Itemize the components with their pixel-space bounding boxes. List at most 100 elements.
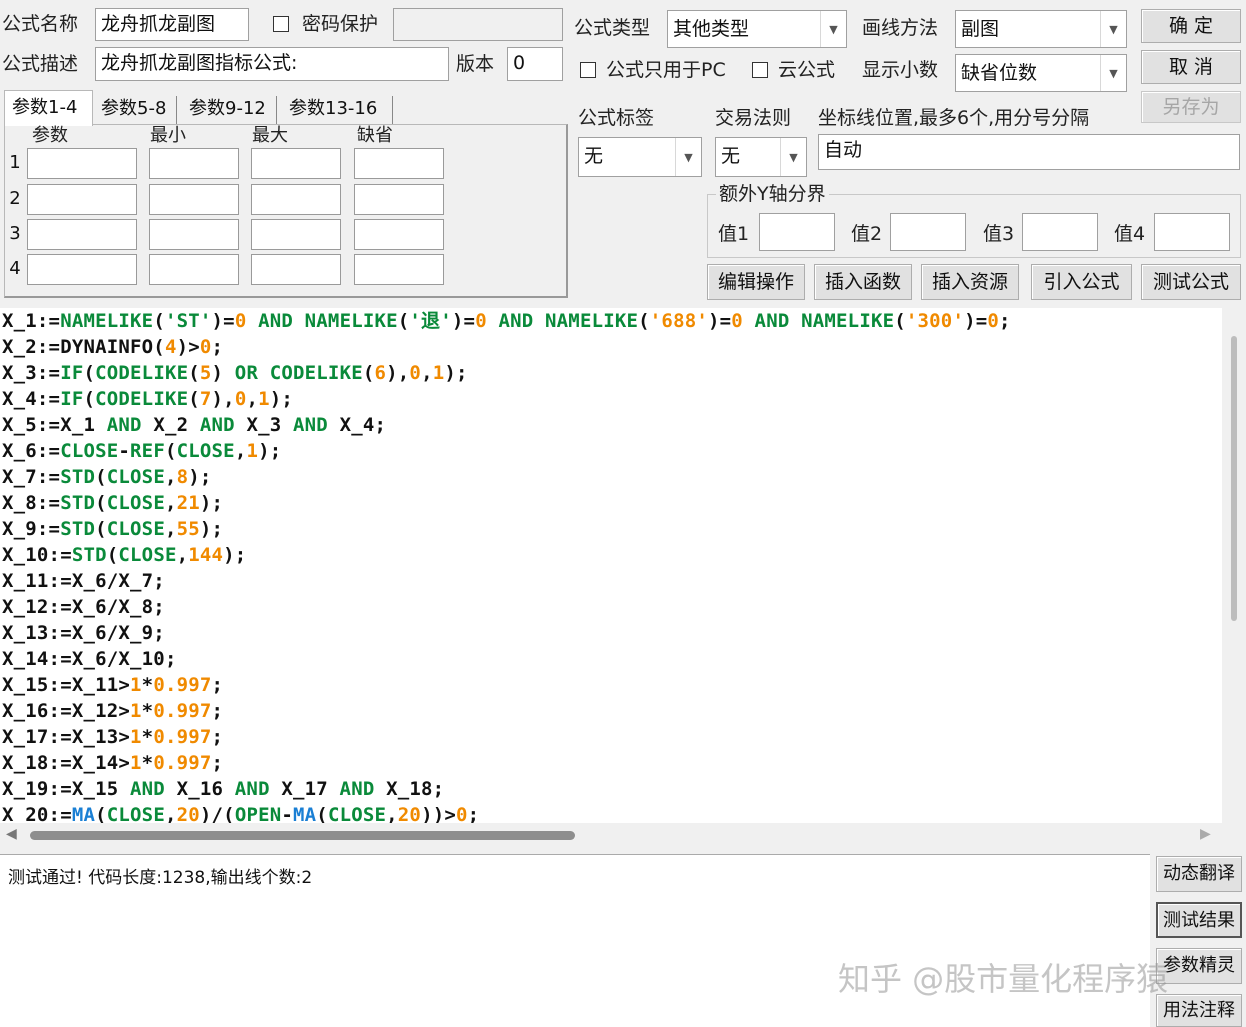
code-line[interactable]: X_15:=X_11>1*0.997; bbox=[2, 672, 223, 698]
code-editor[interactable]: X_1:=NAMELIKE('ST')=0 AND NAMELIKE('退')=… bbox=[0, 308, 1222, 823]
param-wizard-button[interactable]: 参数精灵 bbox=[1156, 948, 1242, 984]
cancel-button[interactable]: 取 消 bbox=[1141, 50, 1241, 84]
param-cell-input[interactable] bbox=[149, 254, 239, 285]
param-cell-input[interactable] bbox=[149, 184, 239, 215]
value4-input[interactable] bbox=[1154, 213, 1230, 251]
pc-only-checkbox[interactable] bbox=[580, 62, 596, 78]
trade-rule-select[interactable]: 无 ▼ bbox=[715, 137, 807, 177]
ok-button[interactable]: 确 定 bbox=[1141, 9, 1241, 43]
code-token: AND bbox=[118, 778, 177, 800]
test-formula-button[interactable]: 测试公式 bbox=[1141, 264, 1241, 300]
test-result-button[interactable]: 测试结果 bbox=[1156, 902, 1242, 938]
tab-params-5-8[interactable]: 参数5-8 bbox=[95, 96, 177, 124]
chevron-down-icon[interactable]: ▼ bbox=[780, 138, 806, 176]
value1-input[interactable] bbox=[759, 213, 835, 251]
code-token: ; bbox=[211, 674, 224, 696]
code-token: CLOSE bbox=[118, 544, 177, 566]
horizontal-scrollbar[interactable]: ◀ ▶ bbox=[0, 823, 1222, 847]
version-input[interactable]: 0 bbox=[507, 47, 563, 81]
code-token: IF bbox=[60, 362, 84, 384]
value3-label: 值3 bbox=[983, 223, 1015, 245]
code-line[interactable]: X_11:=X_6/X_7; bbox=[2, 568, 165, 594]
chevron-down-icon[interactable]: ▼ bbox=[820, 11, 846, 47]
code-line[interactable]: X_5:=X_1 AND X_2 AND X_3 AND X_4; bbox=[2, 412, 386, 438]
insert-function-button[interactable]: 插入函数 bbox=[814, 264, 912, 300]
edit-ops-button[interactable]: 编辑操作 bbox=[707, 264, 805, 300]
formula-type-select[interactable]: 其他类型 ▼ bbox=[667, 10, 847, 48]
tab-params-1-4[interactable]: 参数1-4 bbox=[4, 90, 93, 126]
param-cell-input[interactable] bbox=[27, 148, 137, 179]
insert-resource-button[interactable]: 插入资源 bbox=[921, 264, 1019, 300]
code-token: OR bbox=[223, 362, 270, 384]
vertical-scroll-thumb[interactable] bbox=[1231, 336, 1237, 621]
import-formula-button[interactable]: 引入公式 bbox=[1031, 264, 1132, 300]
code-line[interactable]: X_9:=STD(CLOSE,55); bbox=[2, 516, 223, 542]
axis-position-input[interactable]: 自动 bbox=[818, 134, 1240, 170]
code-token: X_4; bbox=[339, 414, 387, 436]
scroll-left-arrow-icon[interactable]: ◀ bbox=[6, 826, 17, 842]
code-line[interactable]: X_20:=MA(CLOSE,20)/(OPEN-MA(CLOSE,20))>0… bbox=[2, 802, 479, 823]
decimal-select[interactable]: 缺省位数 ▼ bbox=[955, 54, 1127, 92]
code-token: - bbox=[281, 804, 294, 823]
code-line[interactable]: X_18:=X_14>1*0.997; bbox=[2, 750, 223, 776]
param-cell-input[interactable] bbox=[354, 148, 444, 179]
vertical-scrollbar[interactable] bbox=[1222, 308, 1246, 823]
value2-input[interactable] bbox=[890, 213, 966, 251]
formula-type-label: 公式类型 bbox=[574, 17, 651, 39]
param-cell-input[interactable] bbox=[27, 254, 137, 285]
cloud-formula-checkbox[interactable] bbox=[752, 62, 768, 78]
param-cell-input[interactable] bbox=[251, 184, 341, 215]
usage-notes-button[interactable]: 用法注释 bbox=[1156, 994, 1242, 1027]
param-cell-input[interactable] bbox=[251, 254, 341, 285]
param-cell-input[interactable] bbox=[354, 254, 444, 285]
code-line[interactable]: X_3:=IF(CODELIKE(5) OR CODELIKE(6),0,1); bbox=[2, 360, 468, 386]
code-token: X_1:= bbox=[2, 310, 61, 332]
param-cell-input[interactable] bbox=[251, 219, 341, 250]
code-line[interactable]: X_10:=STD(CLOSE,144); bbox=[2, 542, 246, 568]
formula-desc-input[interactable]: 龙舟抓龙副图指标公式: bbox=[95, 47, 449, 81]
password-checkbox[interactable] bbox=[273, 16, 289, 32]
param-cell-input[interactable] bbox=[354, 184, 444, 215]
password-input[interactable] bbox=[393, 8, 563, 41]
code-line[interactable]: X_14:=X_6/X_10; bbox=[2, 646, 177, 672]
chevron-down-icon[interactable]: ▼ bbox=[1100, 55, 1126, 91]
tab-label: 参数1-4 bbox=[12, 97, 78, 118]
code-line[interactable]: X_4:=IF(CODELIKE(7),0,1); bbox=[2, 386, 293, 412]
code-token: * bbox=[141, 674, 154, 696]
param-cell-input[interactable] bbox=[354, 219, 444, 250]
code-token: 0.997 bbox=[153, 726, 212, 748]
formula-tag-select[interactable]: 无 ▼ bbox=[578, 137, 702, 177]
decimal-label: 显示小数 bbox=[862, 59, 939, 81]
code-token: X_3:= bbox=[2, 362, 61, 384]
save-as-button[interactable]: 另存为 bbox=[1141, 91, 1241, 123]
code-line[interactable]: X_6:=CLOSE-REF(CLOSE,1); bbox=[2, 438, 281, 464]
param-cell-input[interactable] bbox=[27, 219, 137, 250]
code-line[interactable]: X_1:=NAMELIKE('ST')=0 AND NAMELIKE('退')=… bbox=[2, 308, 1011, 334]
code-line[interactable]: X_7:=STD(CLOSE,8); bbox=[2, 464, 212, 490]
code-line[interactable]: X_16:=X_12>1*0.997; bbox=[2, 698, 223, 724]
code-line[interactable]: X_12:=X_6/X_8; bbox=[2, 594, 165, 620]
code-line[interactable]: X_8:=STD(CLOSE,21); bbox=[2, 490, 223, 516]
extra-y-axis-label: 额外Y轴分界 bbox=[716, 182, 829, 206]
param-cell-input[interactable] bbox=[251, 148, 341, 179]
code-line[interactable]: X_17:=X_13>1*0.997; bbox=[2, 724, 223, 750]
tab-params-13-16[interactable]: 参数13-16 bbox=[283, 96, 393, 124]
chevron-down-icon[interactable]: ▼ bbox=[1100, 11, 1126, 47]
formula-name-input[interactable]: 龙舟抓龙副图 bbox=[95, 8, 249, 41]
tab-params-9-12[interactable]: 参数9-12 bbox=[183, 96, 277, 124]
horizontal-scroll-thumb[interactable] bbox=[30, 831, 575, 840]
code-line[interactable]: X_19:=X_15 AND X_16 AND X_17 AND X_18; bbox=[2, 776, 444, 802]
code-token: '300' bbox=[905, 310, 965, 332]
param-cell-input[interactable] bbox=[27, 184, 137, 215]
draw-method-select[interactable]: 副图 ▼ bbox=[955, 10, 1127, 48]
code-line[interactable]: X_13:=X_6/X_9; bbox=[2, 620, 165, 646]
code-token: CODELIKE bbox=[269, 362, 363, 384]
scroll-right-arrow-icon[interactable]: ▶ bbox=[1200, 826, 1211, 842]
dynamic-translate-button[interactable]: 动态翻译 bbox=[1156, 856, 1242, 892]
code-line[interactable]: X_2:=DYNAINFO(4)>0; bbox=[2, 334, 223, 360]
value3-input[interactable] bbox=[1022, 213, 1098, 251]
code-token: CODELIKE bbox=[95, 388, 189, 410]
param-cell-input[interactable] bbox=[149, 148, 239, 179]
param-cell-input[interactable] bbox=[149, 219, 239, 250]
chevron-down-icon[interactable]: ▼ bbox=[675, 138, 701, 176]
